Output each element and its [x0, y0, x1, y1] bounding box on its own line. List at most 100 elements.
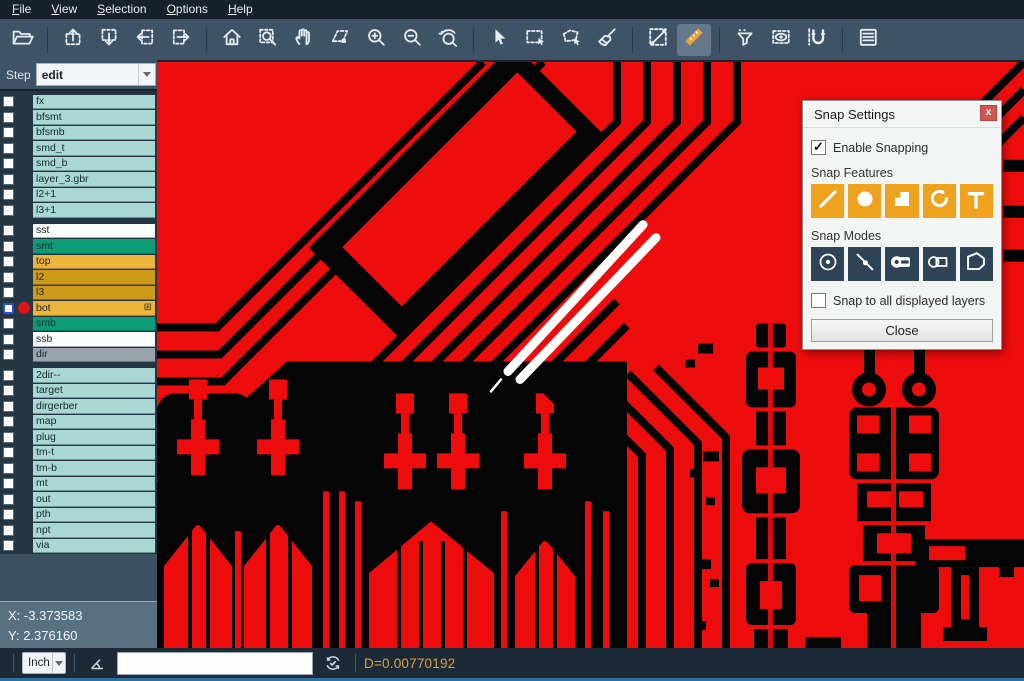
layer-label-ssb[interactable]: ssb: [33, 332, 155, 347]
layer-checkbox-map[interactable]: [3, 416, 14, 427]
snap-all-layers-checkbox[interactable]: [811, 293, 826, 308]
close-icon[interactable]: x: [980, 105, 997, 121]
measure-input[interactable]: [117, 652, 313, 675]
layer-label-top[interactable]: top: [33, 255, 155, 270]
box-arrow-up-button[interactable]: [56, 24, 90, 56]
layer-label-smb[interactable]: smb: [33, 317, 155, 332]
layer-checkbox-fx[interactable]: [3, 96, 14, 107]
layer-label-smt[interactable]: smt: [33, 239, 155, 254]
snap-mode-pad-filled-button[interactable]: [885, 247, 918, 281]
layer-label-bot[interactable]: bot⊞: [33, 301, 155, 316]
layer-checkbox-layer_3.gbr[interactable]: [3, 174, 14, 185]
layer-checkbox-bfsmt[interactable]: [3, 112, 14, 123]
zoom-previous-button[interactable]: [431, 24, 465, 56]
layer-label-l3+1[interactable]: l3+1: [33, 203, 155, 218]
layer-label-pth[interactable]: pth: [33, 508, 155, 523]
select-rect-button[interactable]: [518, 24, 552, 56]
select-cursor-button[interactable]: [482, 24, 516, 56]
layer-checkbox-ssb[interactable]: [3, 334, 14, 345]
layer-checkbox-sst[interactable]: [3, 225, 14, 236]
layer-label-fx[interactable]: fx: [33, 95, 155, 110]
zoom-polygon-button[interactable]: [323, 24, 357, 56]
snap-mode-pad-outline-button[interactable]: [923, 247, 956, 281]
layer-label-npt[interactable]: npt: [33, 523, 155, 538]
snap-mode-midpoint-button[interactable]: [848, 247, 881, 281]
layer-label-dirgerber[interactable]: dirgerber: [33, 399, 155, 414]
menu-item-file[interactable]: File: [2, 0, 41, 19]
zoom-out-button[interactable]: [395, 24, 429, 56]
layer-checkbox-l3+1[interactable]: [3, 205, 14, 216]
layer-checkbox-target[interactable]: [3, 385, 14, 396]
layer-checkbox-npt[interactable]: [3, 525, 14, 536]
zoom-in-button[interactable]: [359, 24, 393, 56]
layer-checkbox-bfsmb[interactable]: [3, 127, 14, 138]
pan-hand-button[interactable]: [287, 24, 321, 56]
layer-checkbox-smb[interactable]: [3, 318, 14, 329]
layer-label-dir[interactable]: dir: [33, 348, 155, 363]
layer-checkbox-mt[interactable]: [3, 478, 14, 489]
layer-checkbox-l2[interactable]: [3, 272, 14, 283]
layer-checkbox-dir[interactable]: [3, 349, 14, 360]
layer-label-out[interactable]: out: [33, 492, 155, 507]
view-options-button[interactable]: [764, 24, 798, 56]
layer-label-l2[interactable]: l2: [33, 270, 155, 285]
layer-checkbox-smt[interactable]: [3, 241, 14, 252]
snap-magnet-button[interactable]: [800, 24, 834, 56]
layer-checkbox-bot[interactable]: [3, 303, 14, 314]
menu-item-help[interactable]: Help: [218, 0, 263, 19]
layer-checkbox-plug[interactable]: [3, 432, 14, 443]
measure-distance-button[interactable]: [641, 24, 675, 56]
angle-measure-icon[interactable]: [87, 653, 107, 673]
filter-button[interactable]: [728, 24, 762, 56]
clean-brush-button[interactable]: [590, 24, 624, 56]
layer-checkbox-2dir--[interactable]: [3, 370, 14, 381]
layer-label-tm-t[interactable]: tm-t: [33, 446, 155, 461]
sync-check-icon[interactable]: [323, 653, 343, 673]
dialog-title-bar[interactable]: Snap Settings x: [803, 101, 1001, 128]
enable-snapping-checkbox[interactable]: [811, 140, 826, 155]
layer-label-tm-b[interactable]: tm-b: [33, 461, 155, 476]
layer-checkbox-smd_b[interactable]: [3, 158, 14, 169]
menu-item-view[interactable]: View: [41, 0, 87, 19]
layer-label-target[interactable]: target: [33, 384, 155, 399]
layer-label-smd_b[interactable]: smd_b: [33, 157, 155, 172]
layer-checkbox-smd_t[interactable]: [3, 143, 14, 154]
layer-label-bfsmt[interactable]: bfsmt: [33, 110, 155, 125]
layer-label-l2+1[interactable]: l2+1: [33, 188, 155, 203]
snap-feature-circle-button[interactable]: [848, 184, 881, 218]
close-button[interactable]: Close: [811, 319, 993, 342]
layer-label-plug[interactable]: plug: [33, 430, 155, 445]
layer-label-via[interactable]: via: [33, 539, 155, 554]
menu-item-options[interactable]: Options: [157, 0, 218, 19]
ruler-button[interactable]: [677, 24, 711, 56]
zoom-region-button[interactable]: [251, 24, 285, 56]
layer-checkbox-via[interactable]: [3, 540, 14, 551]
snap-feature-surface-button[interactable]: [885, 184, 918, 218]
layers-panel-button[interactable]: [851, 24, 885, 56]
layer-checkbox-l2+1[interactable]: [3, 189, 14, 200]
snap-feature-text-button[interactable]: [960, 184, 993, 218]
layer-label-sst[interactable]: sst: [33, 224, 155, 239]
layer-label-smd_t[interactable]: smd_t: [33, 141, 155, 156]
layer-checkbox-pth[interactable]: [3, 509, 14, 520]
home-button[interactable]: [215, 24, 249, 56]
box-arrow-right-button[interactable]: [164, 24, 198, 56]
layer-label-mt[interactable]: mt: [33, 477, 155, 492]
folder-open-button[interactable]: [5, 24, 39, 56]
layer-label-map[interactable]: map: [33, 415, 155, 430]
step-select[interactable]: edit: [36, 63, 156, 86]
box-arrow-left-button[interactable]: [128, 24, 162, 56]
layer-checkbox-tm-t[interactable]: [3, 447, 14, 458]
pcb-canvas[interactable]: Snap Settings x Enable Snapping Snap Fea…: [157, 62, 1024, 648]
layer-label-layer_3.gbr[interactable]: layer_3.gbr: [33, 172, 155, 187]
snap-mode-center-button[interactable]: [811, 247, 844, 281]
unit-select[interactable]: Inch: [22, 652, 66, 674]
layer-label-bfsmb[interactable]: bfsmb: [33, 126, 155, 141]
snap-mode-polygon-button[interactable]: [960, 247, 993, 281]
layer-checkbox-out[interactable]: [3, 494, 14, 505]
snap-feature-line-button[interactable]: [811, 184, 844, 218]
layer-checkbox-tm-b[interactable]: [3, 463, 14, 474]
layer-checkbox-top[interactable]: [3, 256, 14, 267]
snap-feature-arc-button[interactable]: [923, 184, 956, 218]
select-polygon-button[interactable]: [554, 24, 588, 56]
